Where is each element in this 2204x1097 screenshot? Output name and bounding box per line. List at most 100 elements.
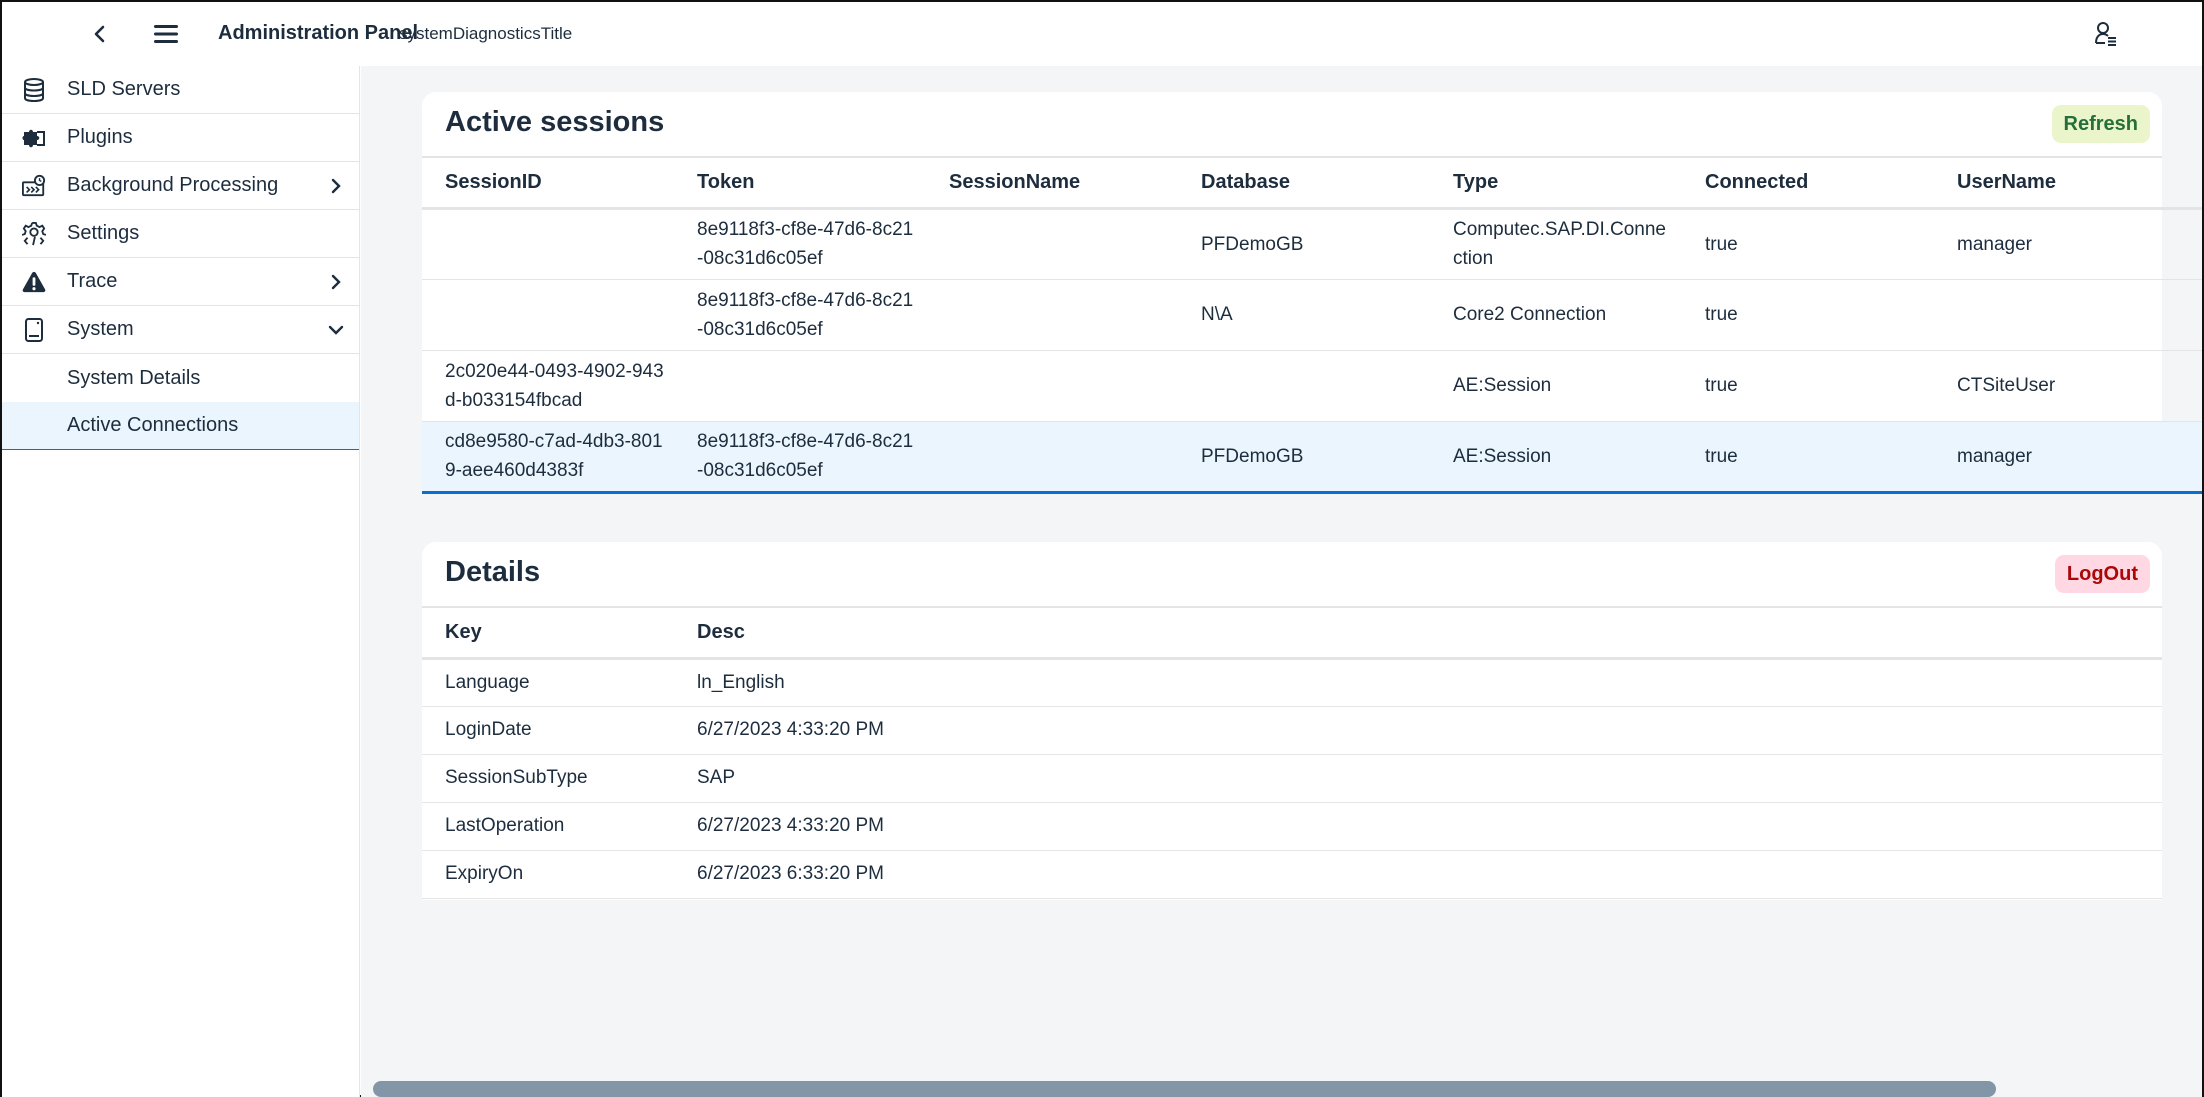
sidebar-item-label: Settings — [67, 222, 140, 244]
cell-sessionid: 2c020e44-0493-4902-943d-b033154fbcad — [422, 350, 674, 422]
table-row[interactable]: 2c020e44-0493-4902-943d-b033154fbcad AE:… — [422, 350, 2202, 422]
chevron-left-icon — [92, 25, 108, 43]
cell-sessionid — [422, 279, 674, 351]
column-header-connected[interactable]: Connected — [1682, 158, 1934, 210]
cell-desc: 6/27/2023 4:33:20 PM — [674, 706, 2162, 755]
column-header-sessionname[interactable]: SessionName — [926, 158, 1178, 210]
cell-connected: true — [1682, 421, 1934, 494]
cell-type: AE:Session — [1430, 421, 1682, 494]
column-header-type[interactable]: Type — [1430, 158, 1682, 210]
column-header-token[interactable]: Token — [674, 158, 926, 210]
sidebar-item-sld-servers[interactable]: SLD Servers — [2, 66, 359, 114]
cell-database — [1178, 350, 1430, 422]
sidebar-item-settings[interactable]: Settings — [2, 210, 359, 258]
cell-connected: true — [1682, 350, 1934, 422]
sidebar: SLD Servers Plugins Background Processin… — [2, 66, 360, 1097]
cell-connected: true — [1682, 208, 1934, 280]
cell-key: ExpiryOn — [422, 850, 674, 899]
panel-title: Active sessions — [445, 106, 665, 138]
database-icon — [22, 78, 46, 102]
cell-desc: 6/27/2023 4:33:20 PM — [674, 802, 2162, 851]
cell-sessionname — [926, 208, 1178, 280]
chevron-right-icon — [326, 272, 346, 292]
table-row: Language ln_English — [422, 658, 2162, 707]
refresh-button[interactable]: Refresh — [2051, 105, 2150, 143]
column-header-database[interactable]: Database — [1178, 158, 1430, 210]
cell-token: 8e9118f3-cf8e-47d6-8c21-08c31d6c05ef — [674, 208, 926, 280]
chevron-down-icon — [326, 320, 346, 340]
cell-type: AE:Session — [1430, 350, 1682, 422]
settings-code-icon — [22, 222, 46, 246]
panel-header: Active sessions Refresh — [422, 92, 2162, 158]
cell-database: PFDemoGB — [1178, 208, 1430, 280]
active-sessions-panel: Active sessions Refresh SessionID Token … — [422, 92, 2202, 494]
user-settings-icon — [2093, 21, 2119, 47]
table-row: LoginDate 6/27/2023 4:33:20 PM — [422, 706, 2162, 755]
menu-button[interactable] — [146, 14, 186, 54]
table-row[interactable]: 8e9118f3-cf8e-47d6-8c21-08c31d6c05ef PFD… — [422, 208, 2202, 280]
sidebar-item-label: Active Connections — [67, 414, 239, 436]
sidebar-subitem-active-connections[interactable]: Active Connections — [2, 402, 359, 450]
sidebar-item-label: System Details — [67, 366, 201, 389]
sidebar-item-label: Plugins — [67, 126, 133, 148]
details-table: Key Desc Language ln_English LoginDate 6… — [422, 608, 2162, 899]
cell-key: SessionSubType — [422, 754, 674, 803]
column-header-desc: Desc — [674, 608, 2162, 660]
cell-username: manager — [1934, 208, 2202, 280]
sidebar-item-label: Background Processing — [67, 174, 279, 196]
hamburger-menu-icon — [154, 24, 178, 44]
cell-token — [674, 350, 926, 422]
cell-key: LoginDate — [422, 706, 674, 755]
tablet-icon — [22, 318, 46, 342]
cell-database: PFDemoGB — [1178, 421, 1430, 494]
page-subtitle: systemDiagnosticsTitle — [399, 24, 573, 43]
sidebar-item-system[interactable]: System — [2, 306, 359, 354]
sidebar-item-label: SLD Servers — [67, 78, 181, 100]
horizontal-scrollbar-thumb[interactable] — [373, 1081, 1996, 1097]
sidebar-item-trace[interactable]: Trace — [2, 258, 359, 306]
user-menu-button[interactable] — [2086, 14, 2126, 54]
table-row: ExpiryOn 6/27/2023 6:33:20 PM — [422, 850, 2162, 899]
cell-key: Language — [422, 658, 674, 707]
cell-username — [1934, 279, 2202, 351]
sidebar-item-background-processing[interactable]: Background Processing — [2, 162, 359, 210]
shell-header: Administration Panel systemDiagnosticsTi… — [2, 2, 2202, 66]
cell-sessionid — [422, 208, 674, 280]
cell-desc: ln_English — [674, 658, 2162, 707]
cell-key: LastOperation — [422, 802, 674, 851]
table-header-row: Key Desc — [422, 608, 2162, 660]
background-job-icon — [22, 174, 46, 198]
cell-type: Core2 Connection — [1430, 279, 1682, 351]
details-panel: Details LogOut Key Desc Language ln_Engl… — [422, 542, 2162, 900]
column-header-sessionid[interactable]: SessionID — [422, 158, 674, 210]
cell-token: 8e9118f3-cf8e-47d6-8c21-08c31d6c05ef — [674, 279, 926, 351]
sidebar-item-plugins[interactable]: Plugins — [2, 114, 359, 162]
cell-token: 8e9118f3-cf8e-47d6-8c21-08c31d6c05ef — [674, 421, 926, 494]
cell-sessionname — [926, 421, 1178, 494]
sidebar-item-label: System — [67, 318, 134, 340]
cell-sessionid: cd8e9580-c7ad-4db3-8019-aee460d4383f — [422, 421, 674, 494]
chevron-right-icon — [326, 176, 346, 196]
logout-button[interactable]: LogOut — [2054, 555, 2150, 593]
cell-database: N\A — [1178, 279, 1430, 351]
cell-sessionname — [926, 279, 1178, 351]
cell-username: manager — [1934, 421, 2202, 494]
warning-icon — [22, 270, 46, 294]
puzzle-icon — [22, 126, 46, 150]
cell-type: Computec.SAP.DI.Connection — [1430, 208, 1682, 280]
panel-header: Details LogOut — [422, 542, 2162, 608]
sidebar-item-label: Trace — [67, 270, 118, 292]
back-button[interactable] — [80, 14, 120, 54]
sidebar-subitem-system-details[interactable]: System Details — [2, 354, 359, 402]
column-header-username[interactable]: UserName — [1934, 158, 2202, 210]
column-header-key: Key — [422, 608, 674, 660]
table-row: LastOperation 6/27/2023 4:33:20 PM — [422, 802, 2162, 851]
table-header-row: SessionID Token SessionName Database Typ… — [422, 158, 2202, 210]
table-row: SessionSubType SAP — [422, 754, 2162, 803]
table-row[interactable]: 8e9118f3-cf8e-47d6-8c21-08c31d6c05ef N\A… — [422, 279, 2202, 351]
cell-username: CTSiteUser — [1934, 350, 2202, 422]
sessions-table: SessionID Token SessionName Database Typ… — [422, 158, 2202, 494]
cell-sessionname — [926, 350, 1178, 422]
main-content: Active sessions Refresh SessionID Token … — [361, 66, 2202, 1097]
table-row-selected[interactable]: cd8e9580-c7ad-4db3-8019-aee460d4383f 8e9… — [422, 421, 2202, 494]
